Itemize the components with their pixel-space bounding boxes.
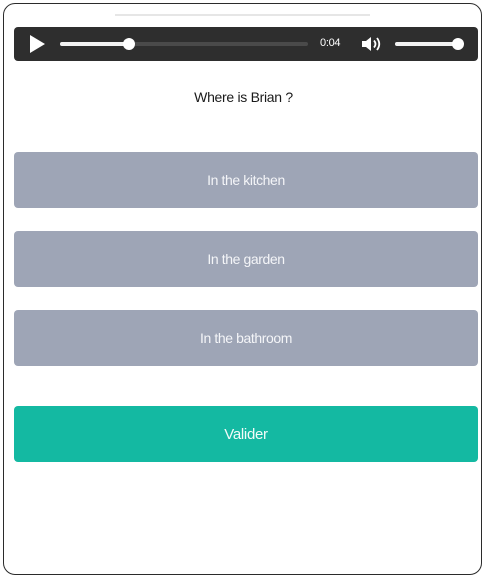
playback-time: 0:04 [320, 37, 341, 49]
seek-bar-thumb[interactable] [123, 38, 136, 50]
answer-option-bathroom[interactable]: In the bathroom [14, 310, 478, 366]
audio-player: 0:04 [14, 27, 478, 61]
answer-option-garden[interactable]: In the garden [14, 231, 478, 287]
answer-option-kitchen[interactable]: In the kitchen [14, 152, 478, 208]
validate-button[interactable]: Valider [14, 406, 478, 462]
question-text: Where is Brian ? [194, 89, 293, 105]
seek-bar[interactable] [60, 38, 308, 50]
volume-slider-thumb[interactable] [451, 38, 464, 50]
top-divider [115, 14, 370, 16]
volume-slider-fill [395, 42, 458, 46]
play-icon[interactable] [30, 35, 45, 53]
speaker-volume-icon[interactable] [360, 35, 384, 53]
seek-bar-fill [60, 42, 130, 46]
volume-slider[interactable] [395, 38, 464, 50]
